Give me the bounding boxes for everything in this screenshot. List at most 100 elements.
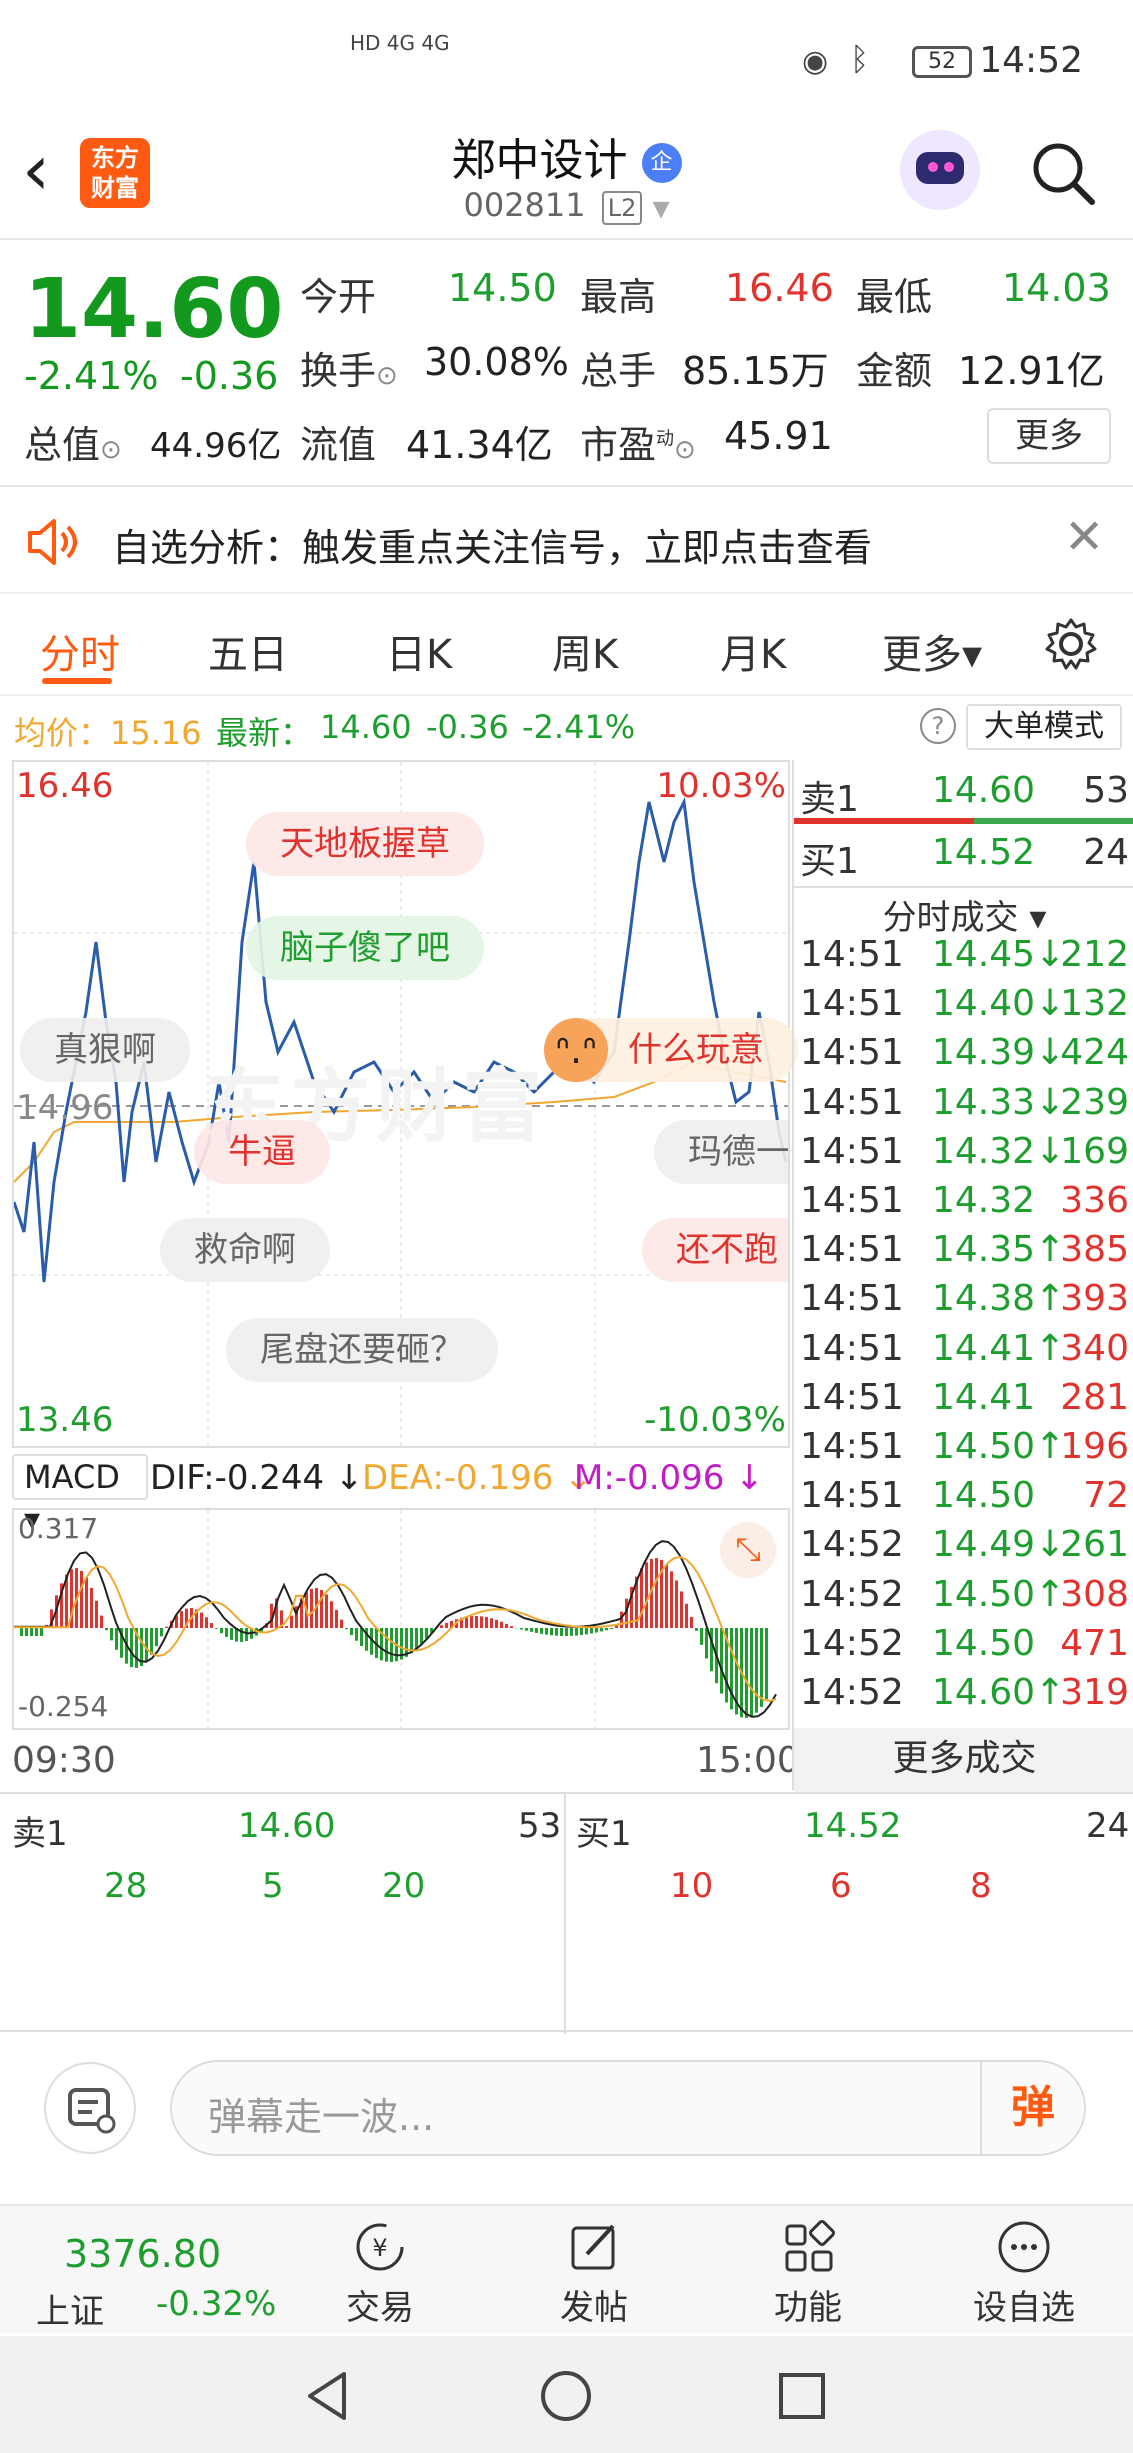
danmaku-bubble: 天地板握草	[246, 812, 484, 876]
big-order-mode-button[interactable]: 大单模式	[966, 704, 1122, 750]
quote-panel: 14.60 -2.41% -0.36 今开 14.50 最高 16.46 最低 …	[0, 242, 1133, 487]
tick-row: 14:51 14.35↑ 385	[794, 1229, 1133, 1277]
tab-five-day[interactable]: 五日	[208, 622, 288, 680]
amount-value: 12.91亿	[958, 349, 1105, 393]
info-dots-icon[interactable]: ⊙	[100, 435, 122, 465]
search-icon[interactable]	[1028, 138, 1098, 208]
tab-intraday[interactable]: 分时	[40, 622, 120, 680]
index-pct: -0.32%	[156, 2284, 277, 2324]
danmaku-list-icon[interactable]	[44, 2062, 136, 2154]
tick-volume: 319	[1060, 1672, 1129, 1713]
tick-price: 14.50	[932, 1475, 1036, 1517]
gear-icon[interactable]	[1043, 616, 1099, 672]
danmaku-placeholder: 弹幕走一波...	[208, 2095, 435, 2139]
more-deals-button[interactable]: 更多成交	[794, 1728, 1133, 1792]
high-label: 最高	[580, 275, 657, 319]
stock-header: ‹ 东方 财富 郑中设计 企 002811 L2 ▼	[0, 120, 1133, 240]
tick-time: 14:51	[800, 1327, 904, 1369]
level2-tag: L2	[601, 191, 643, 225]
latest-change: -0.36	[426, 708, 509, 746]
ask-strength-bar	[794, 818, 974, 824]
info-dots-icon[interactable]: ⊙	[376, 361, 398, 391]
tick-price: 14.49↓	[932, 1524, 1066, 1566]
analysis-banner[interactable]: 自选分析：触发重点关注信号，立即点击查看 ✕	[0, 489, 1133, 594]
tick-volume: 308	[1060, 1573, 1129, 1615]
nav-trade-label: 交易	[346, 2288, 414, 2328]
tick-price: 14.50	[932, 1622, 1036, 1664]
home-circle-icon[interactable]	[536, 2366, 596, 2426]
tick-row: 14:52 14.60↑ 319	[794, 1672, 1133, 1720]
amount-label: 金额	[856, 349, 933, 393]
queue-order: 10	[670, 1866, 714, 1906]
bluetooth-icon: ᛒ	[850, 40, 870, 78]
tick-volume: 72	[1083, 1475, 1129, 1517]
tick-row: 14:52 14.50↑ 308	[794, 1574, 1133, 1622]
tick-volume: 261	[1060, 1524, 1129, 1566]
tick-time: 14:51	[800, 983, 904, 1025]
assistant-robot-icon[interactable]	[900, 130, 980, 210]
ask-depth-label: 卖1	[12, 1814, 68, 1854]
nav-functions[interactable]: 功能	[738, 2218, 878, 2329]
tick-price: 14.33↓	[932, 1081, 1066, 1123]
tick-volume: 169	[1060, 1130, 1129, 1172]
bid-depth-price: 14.52	[804, 1806, 902, 1846]
tick-time: 14:52	[800, 1672, 904, 1713]
high-pct-label: 10.03%	[656, 766, 786, 806]
tab-weekly-k[interactable]: 周K	[552, 622, 618, 680]
tick-row: 14:51 14.41 281	[794, 1377, 1133, 1425]
tick-row: 14:52 14.49↓ 261	[794, 1524, 1133, 1572]
turnover-value: 30.08%	[424, 340, 569, 384]
macd-chart[interactable]: 0.317 -0.254 ⤡	[12, 1508, 790, 1730]
index-value: 3376.80	[64, 2232, 222, 2276]
tab-monthly-k[interactable]: 月K	[720, 622, 786, 680]
latest-label: 最新：	[216, 714, 313, 752]
change-amount: -0.36	[180, 354, 279, 398]
info-dots-icon[interactable]: ⊙	[674, 435, 696, 465]
emoji-avatar-icon: ᐢ.ᐢ	[544, 1018, 608, 1082]
send-danmaku-button[interactable]: 弹	[980, 2062, 1084, 2154]
tick-volume: 424	[1060, 1032, 1129, 1074]
close-icon[interactable]: ✕	[1064, 509, 1104, 565]
tab-more[interactable]: 更多▾	[882, 622, 982, 680]
queue-order: 8	[970, 1866, 992, 1906]
open-value: 14.50	[448, 266, 557, 310]
ask-depth-volume: 53	[518, 1806, 562, 1846]
queue-order: 28	[104, 1866, 148, 1906]
tick-price: 14.41↑	[932, 1327, 1066, 1369]
nav-trade[interactable]: ¥ 交易	[310, 2218, 450, 2329]
more-quote-button[interactable]: 更多	[987, 408, 1111, 464]
deals-title[interactable]: 分时成交 ▾	[794, 890, 1133, 939]
ask-depth-price: 14.60	[238, 1806, 336, 1846]
intraday-chart[interactable]: 东方财富 16.46 10.03% 14.96 13.46 -10.03% 天地…	[12, 760, 798, 1448]
tick-volume: 196	[1060, 1426, 1129, 1467]
expand-icon[interactable]: ⤡	[720, 1522, 776, 1578]
indicator-selector[interactable]: MACD ▾	[12, 1454, 148, 1538]
index-ticker[interactable]: 3376.80 上证 -0.32%	[0, 2206, 276, 2336]
macd-m: M:-0.096 ↓	[574, 1458, 764, 1498]
change-percent: -2.41%	[24, 354, 159, 398]
help-icon[interactable]: ?	[920, 708, 956, 744]
nav-post-label: 发帖	[560, 2288, 628, 2328]
nav-watchlist[interactable]: 设自选	[954, 2218, 1094, 2329]
tick-row: 14:51 14.41↑ 340	[794, 1328, 1133, 1376]
tick-volume: 340	[1060, 1327, 1129, 1369]
enterprise-badge-icon: 企	[641, 143, 682, 183]
dropdown-icon[interactable]: ▼	[653, 197, 670, 222]
tick-volume: 132	[1060, 983, 1129, 1025]
back-triangle-icon[interactable]	[300, 2366, 360, 2426]
chart-tabs: 分时 五日 日K 周K 月K 更多▾	[0, 596, 1133, 696]
danmaku-bubble: 真狠啊	[20, 1018, 190, 1082]
volume-value: 85.15万	[682, 349, 829, 393]
tick-row: 14:51 14.50 72	[794, 1475, 1133, 1523]
recents-square-icon[interactable]	[772, 2366, 832, 2426]
danmaku-input[interactable]: 弹幕走一波... 弹	[170, 2060, 1086, 2156]
post-icon	[571, 2224, 615, 2270]
banner-text: 自选分析：触发重点关注信号，立即点击查看	[112, 526, 873, 570]
trade-icon: ¥	[356, 2223, 404, 2271]
danmaku-bubble: 尾盘还要砸？	[226, 1318, 498, 1382]
volume-label: 总手	[580, 349, 657, 393]
nav-post[interactable]: 发帖	[524, 2218, 664, 2329]
battery-indicator: 52	[912, 46, 972, 78]
danmaku-bubble: 牛逼	[194, 1120, 330, 1184]
tab-daily-k[interactable]: 日K	[386, 622, 452, 680]
